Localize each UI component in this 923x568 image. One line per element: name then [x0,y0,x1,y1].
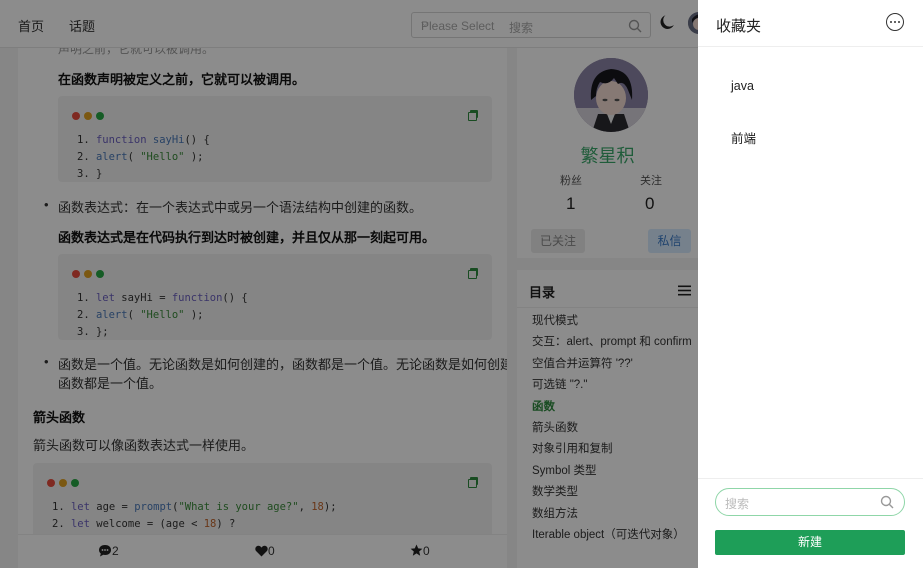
drawer-footer-divider [698,478,923,479]
new-folder-button[interactable]: 新建 [715,530,905,555]
drawer-divider [698,46,923,47]
favorites-search-input[interactable]: 搜索 [715,488,905,516]
favorites-search-placeholder: 搜索 [725,497,750,511]
favorites-drawer: 收藏夹 java 前端 搜索 新建 [698,0,923,568]
search-icon[interactable] [880,495,894,509]
more-options-icon[interactable] [886,13,904,31]
favorite-folder-item[interactable]: 前端 [731,128,756,147]
drawer-title: 收藏夹 [716,18,762,35]
modal-overlay[interactable] [0,0,698,568]
favorite-folder-item[interactable]: java [731,79,754,93]
